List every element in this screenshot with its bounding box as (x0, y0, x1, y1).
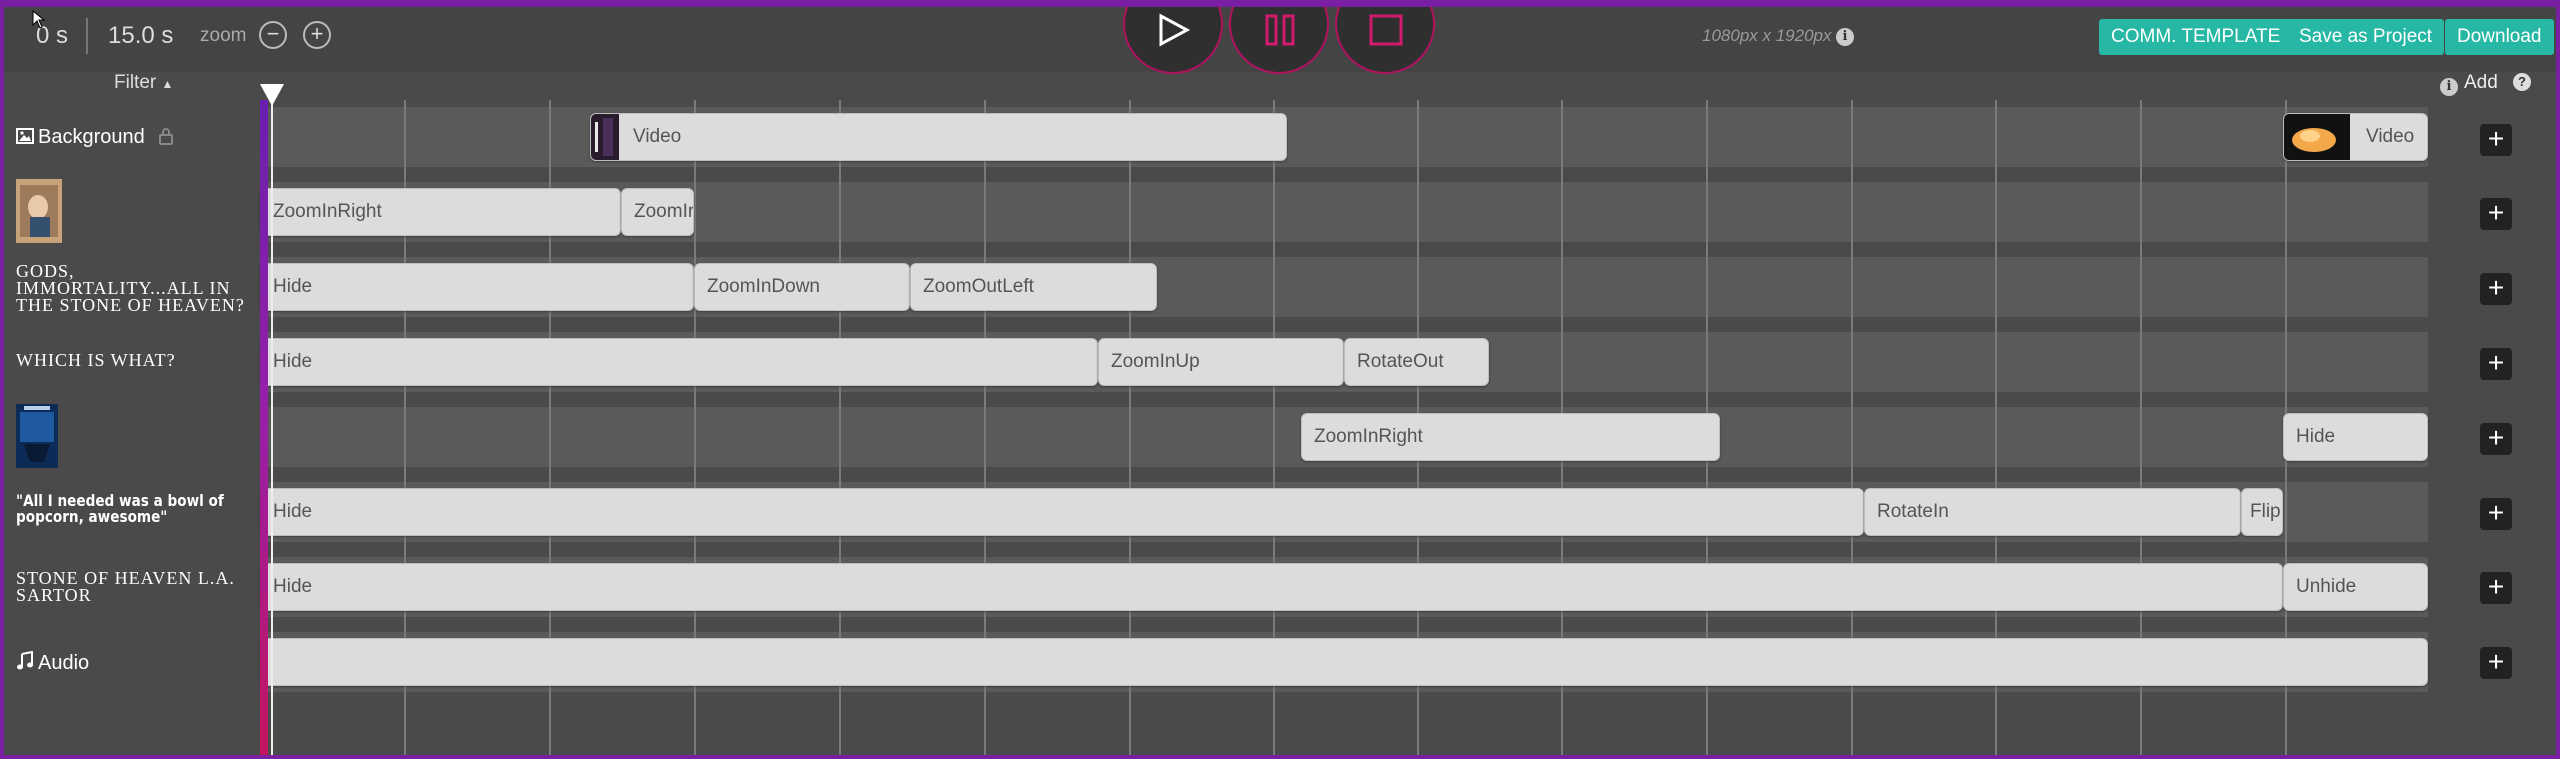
add-clip-button[interactable]: + (2480, 348, 2512, 380)
stop-button[interactable] (1335, 0, 1435, 74)
plus-icon: + (2487, 571, 2505, 602)
plus-icon: + (2487, 646, 2505, 677)
clip-label: Hide (273, 351, 313, 372)
clip-label: ZoomInDown (707, 276, 820, 297)
add-label: Add (2464, 72, 2498, 93)
track-label-text[interactable]: "All I needed was a bowl of popcorn, awe… (16, 493, 246, 525)
music-note-icon (17, 650, 33, 670)
clip[interactable]: RotateOut (1344, 338, 1489, 386)
track-label-text[interactable]: Stone Of Heaven L.A. Sartor (16, 569, 256, 604)
clip[interactable]: ZoomInRight (1301, 413, 1720, 461)
clip-label: ZoomIr (634, 201, 694, 222)
plus-icon: + (2487, 272, 2505, 303)
track-lane (260, 107, 2428, 167)
image-thumbnail (16, 179, 62, 243)
plus-icon: + (2487, 123, 2505, 154)
clip-label: Flip (2250, 501, 2281, 522)
clip-label: Unhide (2296, 576, 2357, 597)
zoom-out-icon[interactable]: − (259, 21, 287, 49)
clip[interactable]: Video (590, 113, 1287, 161)
add-clip-button[interactable]: + (2480, 124, 2512, 156)
playhead-line[interactable] (271, 95, 273, 755)
comm-template-button[interactable]: COMM. TEMPLATE (2099, 19, 2293, 55)
zoom-in-icon[interactable]: + (303, 21, 331, 49)
info-icon: i (2440, 78, 2458, 96)
save-as-project-button[interactable]: Save as Project (2287, 19, 2445, 55)
clip-label: Video (633, 126, 682, 147)
clip-label: Hide (273, 276, 313, 297)
track-thumbnail[interactable] (16, 179, 62, 243)
zoom-label: zoom (200, 25, 247, 46)
filter-toggle[interactable]: Filter ▲ (114, 72, 173, 94)
track-label-text[interactable]: Which is what? (16, 351, 256, 369)
clip-label: Hide (273, 501, 313, 522)
clip[interactable]: Flip (2241, 488, 2283, 536)
clip-label: ZoomInUp (1111, 351, 1200, 372)
play-button[interactable] (1123, 0, 1223, 74)
clip[interactable]: Unhide (2283, 563, 2428, 611)
canvas-dimensions: 1080px x 1920px (1702, 26, 1832, 45)
top-toolbar: 0 s 15.0 s zoom − + 1080px x 1920px i CO… (0, 0, 2560, 74)
audio-clip[interactable] (260, 638, 2428, 686)
clip[interactable]: Video (2283, 113, 2428, 161)
download-button[interactable]: Download (2445, 19, 2554, 55)
track-name: Audio (38, 652, 90, 674)
add-track-button[interactable]: i Add (2440, 72, 2498, 96)
track-label-background[interactable]: Background (16, 126, 145, 149)
timeline-start-marker (260, 100, 268, 755)
clip[interactable]: ZoomInDown (694, 263, 910, 311)
clip[interactable]: Hide (260, 338, 1098, 386)
plus-icon: + (2487, 347, 2505, 378)
plus-icon: + (2487, 422, 2505, 453)
add-clip-button[interactable]: + (2480, 498, 2512, 530)
clip[interactable]: Hide (260, 263, 694, 311)
clip[interactable]: Hide (2283, 413, 2428, 461)
info-icon[interactable]: i (1836, 28, 1854, 46)
clip-label: Hide (273, 576, 313, 597)
clip-label: ZoomOutLeft (923, 276, 1034, 297)
image-thumbnail (16, 404, 58, 468)
image-icon (16, 128, 34, 144)
clip-label: RotateOut (1357, 351, 1444, 372)
plus-icon: + (2487, 497, 2505, 528)
track-label-audio[interactable]: Audio (16, 650, 90, 675)
total-duration: 15.0 s (108, 22, 174, 49)
playhead-handle[interactable] (260, 84, 284, 106)
add-clip-button[interactable]: + (2480, 572, 2512, 604)
pause-icon (1265, 14, 1295, 46)
clip[interactable]: Hide (260, 563, 2283, 611)
plus-icon: + (2487, 197, 2505, 228)
clip-label: Video (2366, 126, 2415, 147)
stop-icon (1369, 14, 1403, 46)
clip-label: ZoomInRight (1314, 426, 1423, 447)
clip-label: RotateIn (1877, 501, 1949, 522)
help-icon[interactable]: ? (2513, 73, 2531, 91)
clip[interactable]: RotateIn (1864, 488, 2241, 536)
clip[interactable]: ZoomInUp (1098, 338, 1344, 386)
add-clip-button[interactable]: + (2480, 273, 2512, 305)
add-clip-button[interactable]: + (2480, 423, 2512, 455)
clip[interactable]: Hide (260, 488, 1864, 536)
video-thumbnail (2284, 114, 2350, 160)
add-clip-button[interactable]: + (2480, 198, 2512, 230)
caret-up-icon: ▲ (161, 77, 174, 91)
track-thumbnail[interactable] (16, 404, 58, 468)
track-label-text[interactable]: Gods, Immortality...all in the Stone of … (16, 262, 256, 314)
filter-label: Filter (114, 72, 157, 93)
clip-label: ZoomInRight (273, 201, 382, 222)
lock-icon[interactable] (158, 127, 174, 145)
play-icon (1159, 13, 1191, 47)
clip[interactable]: ZoomOutLeft (910, 263, 1157, 311)
clip[interactable]: ZoomInRight (260, 188, 621, 236)
track-name: Background (38, 126, 145, 148)
clip[interactable]: ZoomIr (621, 188, 694, 236)
add-clip-button[interactable]: + (2480, 647, 2512, 679)
pause-button[interactable] (1229, 0, 1329, 74)
video-thumbnail (591, 114, 619, 160)
mouse-cursor-icon (32, 10, 46, 29)
clip-label: Hide (2296, 426, 2336, 447)
divider (86, 18, 88, 54)
